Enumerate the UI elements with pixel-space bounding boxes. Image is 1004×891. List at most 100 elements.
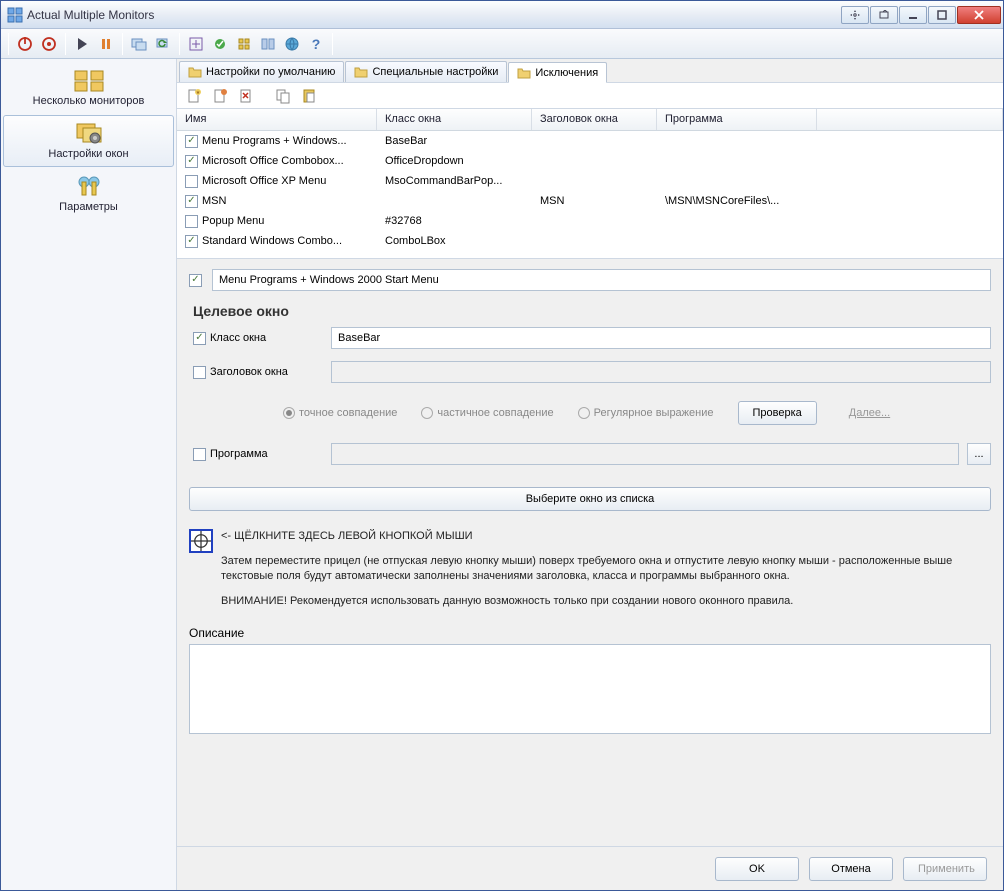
sidebar-label: Настройки окон [48,148,128,160]
pause-icon[interactable] [95,33,117,55]
content-area: Настройки по умолчанию Специальные настр… [177,59,1003,890]
tab-special[interactable]: Специальные настройки [345,61,507,82]
power-target-icon[interactable] [38,33,60,55]
pin-button[interactable] [870,6,898,24]
table-row[interactable]: MSNMSN\MSN\MSNCoreFiles\... [177,191,1003,211]
program-label: Программа [193,448,323,461]
header-program[interactable]: Программа [657,109,817,130]
pick-window-button[interactable]: Выберите окно из списка [189,487,991,511]
window-class-checkbox[interactable] [193,332,206,345]
table-row[interactable]: Microsoft Office Combobox... OfficeDropdo… [177,151,1003,171]
program-checkbox[interactable] [193,448,206,461]
move-to-monitor-button[interactable] [841,6,869,24]
radio-partial: частичное совпадение [421,407,553,419]
description-textarea[interactable] [189,644,991,734]
row-class: OfficeDropdown [377,153,532,169]
exclusions-table[interactable]: Имя Класс окна Заголовок окна Программа … [177,109,1003,259]
row-program [657,239,817,243]
check-button[interactable]: Проверка [738,401,817,425]
help-icon[interactable]: ? [305,33,327,55]
table-row[interactable]: Microsoft Office XP MenuMsoCommandBarPop… [177,171,1003,191]
maximize-button[interactable] [928,6,956,24]
table-row[interactable]: Standard Windows Combo...ComboLBox [177,231,1003,251]
row-checkbox[interactable] [185,155,198,168]
new-item-icon[interactable]: ★ [183,85,205,107]
cancel-button[interactable]: Отмена [809,857,893,881]
radio-exact: точное совпадение [283,407,397,419]
new-item2-icon[interactable] [209,85,231,107]
folder-icon [517,66,531,80]
delete-icon[interactable] [235,85,257,107]
window-title: Actual Multiple Monitors [27,8,840,22]
monitors-icon [73,69,105,93]
action3-icon[interactable] [233,33,255,55]
row-program: \MSN\MSNCoreFiles\... [657,193,817,209]
header-title[interactable]: Заголовок окна [532,109,657,130]
sidebar-label: Параметры [59,201,118,213]
sidebar-item-monitors[interactable]: Несколько мониторов [3,63,174,113]
action2-icon[interactable] [209,33,231,55]
close-button[interactable] [957,6,1001,24]
row-program [657,159,817,163]
tab-exclusions[interactable]: Исключения [508,62,607,83]
table-row[interactable]: Menu Programs + Windows...BaseBar [177,131,1003,151]
main-area: Несколько мониторов Настройки окон Парам… [1,59,1003,890]
minimize-button[interactable] [899,6,927,24]
description-label: Описание [189,626,991,640]
copy-icon[interactable] [272,85,294,107]
next-link: Далее... [849,407,890,419]
row-checkbox[interactable] [185,195,198,208]
row-checkbox[interactable] [185,235,198,248]
instructions: <- ЩЁЛКНИТЕ ЗДЕСЬ ЛЕВОЙ КНОПКОЙ МЫШИ Зат… [221,529,991,618]
detail-panel: Целевое окно Класс окна Заголовок окна [177,259,1003,846]
window-class-input[interactable] [331,327,991,349]
power-red-icon[interactable] [14,33,36,55]
titlebar: Actual Multiple Monitors [1,1,1003,29]
paste-icon[interactable] [298,85,320,107]
windows-list-icon[interactable] [128,33,150,55]
row-name: Microsoft Office Combobox... [202,155,344,167]
sidebar-item-window-settings[interactable]: Настройки окон [3,115,174,167]
dialog-footer: OK Отмена Применить [177,846,1003,890]
apply-button[interactable]: Применить [903,857,987,881]
action1-icon[interactable] [185,33,207,55]
row-checkbox[interactable] [185,175,198,188]
browse-button[interactable]: ... [967,443,991,465]
header-class[interactable]: Класс окна [377,109,532,130]
row-class: MsoCommandBarPop... [377,173,532,189]
sidebar-label: Несколько мониторов [33,95,145,107]
separator [332,33,333,55]
separator [8,33,9,55]
table-header: Имя Класс окна Заголовок окна Программа [177,109,1003,131]
target-window-title: Целевое окно [193,303,991,319]
row-checkbox[interactable] [185,215,198,228]
header-name[interactable]: Имя [177,109,377,130]
row-title [532,219,657,223]
window-title-checkbox[interactable] [193,366,206,379]
main-toolbar: ? [1,29,1003,59]
ok-button[interactable]: OK [715,857,799,881]
table-row[interactable]: Popup Menu#32768 [177,211,1003,231]
row-name: Menu Programs + Windows... [202,135,347,147]
folder-icon [188,65,202,79]
app-window: Actual Multiple Monitors ? [0,0,1004,891]
separator [65,33,66,55]
row-title [532,179,657,183]
action4-icon[interactable] [257,33,279,55]
tab-label: Исключения [535,67,598,79]
tab-defaults[interactable]: Настройки по умолчанию [179,61,344,82]
row-checkbox[interactable] [185,135,198,148]
rule-enabled-checkbox[interactable] [189,274,202,287]
sidebar-item-options[interactable]: Параметры [3,169,174,219]
header-spacer [817,109,1003,130]
windows-refresh-icon[interactable] [152,33,174,55]
crosshair-icon[interactable] [189,529,213,553]
row-name: Standard Windows Combo... [202,235,342,247]
row-program [657,179,817,183]
globe-icon[interactable] [281,33,303,55]
rule-name-input[interactable] [212,269,991,291]
options-icon [73,175,105,199]
window-class-label: Класс окна [193,332,323,345]
tab-label: Специальные настройки [372,66,498,78]
play-icon[interactable] [71,33,93,55]
